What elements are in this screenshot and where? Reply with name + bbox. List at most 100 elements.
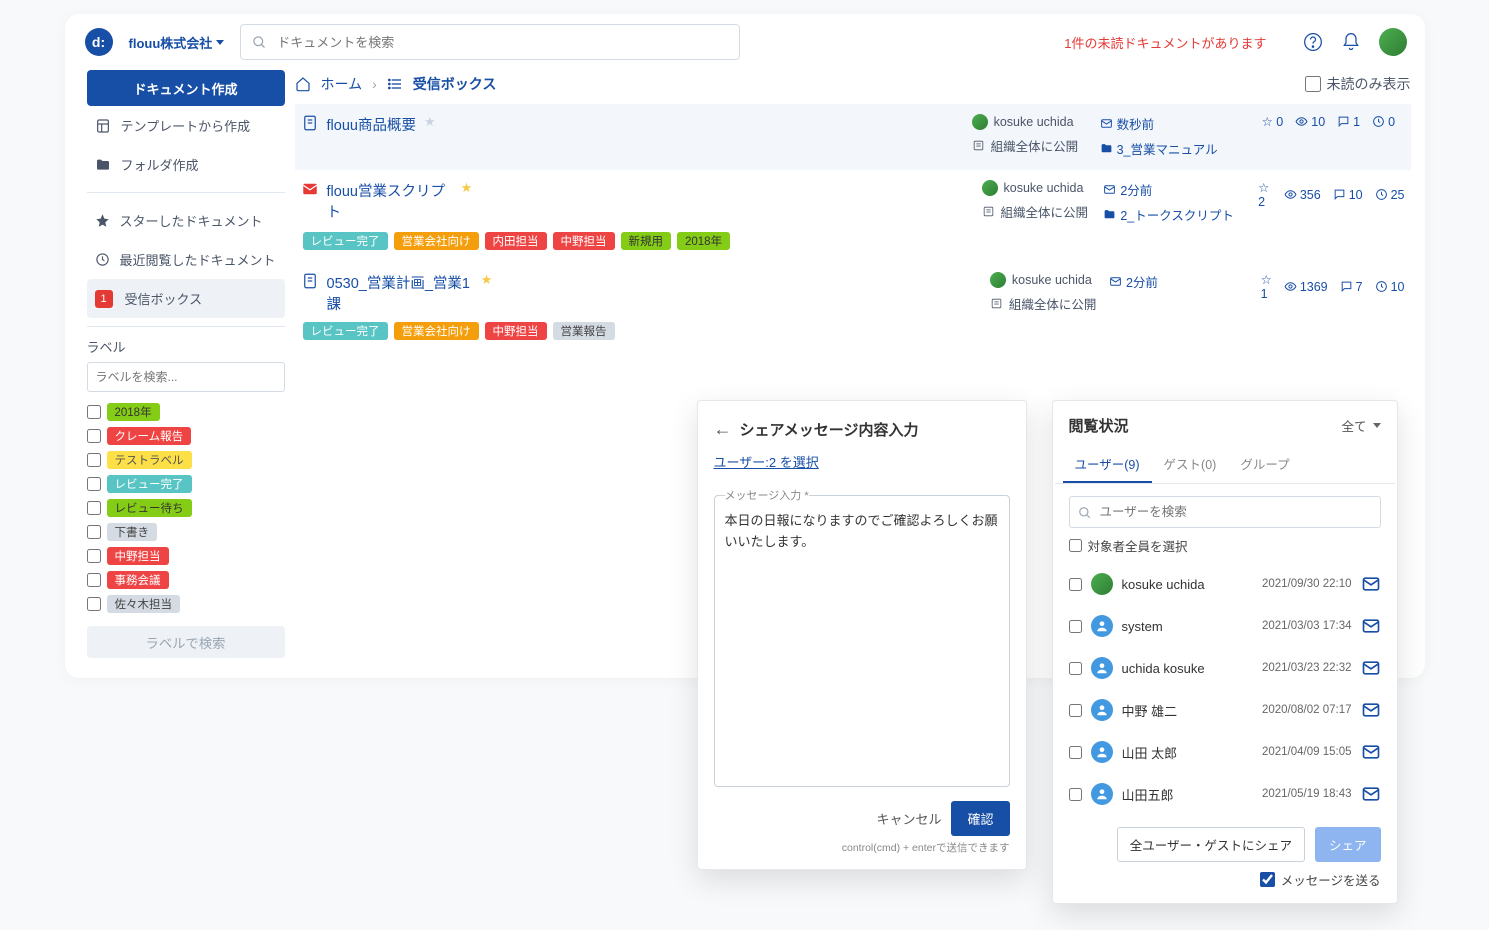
label-row[interactable]: 事務会議 bbox=[87, 568, 285, 592]
label-checkbox[interactable] bbox=[87, 549, 101, 563]
help-icon[interactable] bbox=[1303, 32, 1323, 52]
user-checkbox[interactable] bbox=[1069, 662, 1082, 675]
user-search-input[interactable] bbox=[1069, 496, 1381, 528]
message-textarea[interactable] bbox=[725, 511, 999, 778]
avatar[interactable] bbox=[1379, 28, 1407, 56]
share-button[interactable]: シェア bbox=[1315, 827, 1381, 862]
user-row[interactable]: uchida kosuke 2021/03/23 22:32 bbox=[1063, 647, 1387, 689]
label-checkbox[interactable] bbox=[87, 597, 101, 611]
share-message-dialog: ← シェアメッセージ内容入力 ユーザー:2 を選択 メッセージ入力 * キャンセ… bbox=[697, 400, 1027, 870]
doc-folder[interactable]: 2_トークスクリプト bbox=[1103, 205, 1236, 224]
send-message-toggle[interactable]: メッセージを送る bbox=[1055, 862, 1395, 889]
cancel-button[interactable]: キャンセル bbox=[876, 801, 941, 836]
label-row[interactable]: 2018年 bbox=[87, 400, 285, 424]
label-checkbox[interactable] bbox=[87, 525, 101, 539]
user-row[interactable]: 山田五郎 2021/05/19 18:43 bbox=[1063, 773, 1387, 815]
user-timestamp: 2021/03/03 17:34 bbox=[1262, 620, 1352, 632]
label-row[interactable]: テストラベル bbox=[87, 448, 285, 472]
label-search-input[interactable] bbox=[87, 362, 285, 392]
user-checkbox[interactable] bbox=[1069, 746, 1082, 759]
tab-groups[interactable]: グループ bbox=[1228, 446, 1301, 483]
envelope-icon[interactable] bbox=[1361, 784, 1381, 804]
select-all-row[interactable]: 対象者全員を選択 bbox=[1055, 528, 1395, 559]
label-checkbox[interactable] bbox=[87, 501, 101, 515]
envelope-icon[interactable] bbox=[1361, 616, 1381, 636]
label-checkbox[interactable] bbox=[87, 429, 101, 443]
label-row[interactable]: 中野担当 bbox=[87, 544, 285, 568]
filter-dropdown[interactable]: 全て bbox=[1341, 416, 1380, 435]
doc-folder[interactable]: 3_営業マニュアル bbox=[1100, 139, 1240, 158]
create-doc-button[interactable]: ドキュメント作成 bbox=[87, 70, 285, 106]
user-checkbox[interactable] bbox=[1069, 788, 1082, 801]
unread-only-checkbox[interactable] bbox=[1305, 76, 1321, 92]
user-select-link[interactable]: ユーザー:2 を選択 bbox=[714, 455, 819, 470]
user-checkbox[interactable] bbox=[1069, 704, 1082, 717]
unread-only-toggle[interactable]: 未読のみ表示 bbox=[1305, 74, 1411, 94]
doc-visibility: 組織全体に公開 bbox=[990, 294, 1101, 313]
user-timestamp: 2021/05/19 18:43 bbox=[1262, 788, 1352, 800]
label-checkbox[interactable] bbox=[87, 477, 101, 491]
label-row[interactable]: レビュー完了 bbox=[87, 472, 285, 496]
envelope-icon[interactable] bbox=[1361, 658, 1381, 678]
select-all-checkbox[interactable] bbox=[1069, 539, 1082, 552]
sidebar-recent[interactable]: 最近閲覧したドキュメント bbox=[87, 240, 285, 279]
tab-users[interactable]: ユーザー(9) bbox=[1063, 446, 1152, 483]
stat-history: 0 bbox=[1372, 115, 1395, 129]
doc-title[interactable]: flouu商品概要 bbox=[327, 114, 416, 135]
user-timestamp: 2021/04/09 15:05 bbox=[1262, 746, 1352, 758]
org-selector[interactable]: flouu株式会社 bbox=[129, 33, 225, 52]
envelope-icon[interactable] bbox=[1361, 700, 1381, 720]
user-row[interactable]: system 2021/03/03 17:34 bbox=[1063, 605, 1387, 647]
doc-title[interactable]: flouu営業スクリプト bbox=[327, 180, 453, 222]
star-icon[interactable]: ★ bbox=[461, 180, 473, 196]
home-icon bbox=[295, 76, 311, 92]
bell-icon[interactable] bbox=[1341, 32, 1361, 52]
user-checkbox[interactable] bbox=[1069, 578, 1082, 591]
doc-title[interactable]: 0530_営業計画_営業1課 bbox=[327, 272, 473, 314]
doc-author: kosuke uchida bbox=[972, 114, 1092, 130]
star-icon[interactable]: ★ bbox=[481, 272, 493, 288]
doc-tag: 内田担当 bbox=[485, 232, 547, 250]
doc-card[interactable]: 0530_営業計画_営業1課 ★ kosuke uchida 組織全体に公開 2… bbox=[295, 262, 1411, 352]
label-row[interactable]: 佐々木担当 bbox=[87, 592, 285, 616]
search-input[interactable] bbox=[240, 24, 740, 60]
stat-comments: 10 bbox=[1333, 188, 1363, 202]
star-icon[interactable]: ★ bbox=[424, 114, 436, 130]
back-arrow-icon[interactable]: ← bbox=[714, 419, 732, 440]
user-row[interactable]: 中野 雄二 2020/08/02 07:17 bbox=[1063, 689, 1387, 731]
user-avatar bbox=[1091, 741, 1113, 763]
envelope-icon[interactable] bbox=[1361, 574, 1381, 594]
label-search-button[interactable]: ラベルで検索 bbox=[87, 626, 285, 658]
send-message-checkbox[interactable] bbox=[1260, 872, 1275, 887]
doc-stats: ☆ 1 1369 7 10 bbox=[1261, 272, 1405, 301]
user-checkbox[interactable] bbox=[1069, 620, 1082, 633]
doc-tag: 営業会社向け bbox=[394, 322, 479, 340]
sidebar-inbox[interactable]: 1 受信ボックス bbox=[87, 279, 285, 318]
user-timestamp: 2021/09/30 22:10 bbox=[1262, 578, 1352, 590]
label-row[interactable]: クレーム報告 bbox=[87, 424, 285, 448]
user-avatar bbox=[1091, 783, 1113, 805]
sidebar-from-template[interactable]: テンプレートから作成 bbox=[87, 106, 285, 145]
label-row[interactable]: レビュー待ち bbox=[87, 496, 285, 520]
doc-card[interactable]: flouu商品概要 ★ kosuke uchida 組織全体に公開 数秒前 3_… bbox=[295, 104, 1411, 170]
breadcrumb-home[interactable]: ホーム bbox=[321, 74, 363, 94]
stat-history: 25 bbox=[1375, 188, 1405, 202]
doc-card[interactable]: flouu営業スクリプト ★ kosuke uchida 組織全体に公開 2分前… bbox=[295, 170, 1411, 262]
envelope-icon[interactable] bbox=[1361, 742, 1381, 762]
sidebar-starred[interactable]: スターしたドキュメント bbox=[87, 201, 285, 240]
user-avatar bbox=[1091, 615, 1113, 637]
user-timestamp: 2021/03/23 22:32 bbox=[1262, 662, 1352, 674]
doc-tag: 新規用 bbox=[621, 232, 672, 250]
label-checkbox[interactable] bbox=[87, 573, 101, 587]
label-checkbox[interactable] bbox=[87, 405, 101, 419]
user-row[interactable]: 山田 太郎 2021/04/09 15:05 bbox=[1063, 731, 1387, 773]
share-all-button[interactable]: 全ユーザー・ゲストにシェア bbox=[1117, 827, 1305, 862]
label-row[interactable]: 下書き bbox=[87, 520, 285, 544]
label-checkbox[interactable] bbox=[87, 453, 101, 467]
sidebar-create-folder[interactable]: フォルダ作成 bbox=[87, 145, 285, 184]
confirm-button[interactable]: 確認 bbox=[951, 801, 1009, 836]
user-row[interactable]: kosuke uchida 2021/09/30 22:10 bbox=[1063, 563, 1387, 605]
doc-time: 2分前 bbox=[1103, 180, 1236, 199]
caret-down-icon bbox=[1373, 423, 1381, 428]
tab-guests[interactable]: ゲスト(0) bbox=[1152, 446, 1229, 483]
